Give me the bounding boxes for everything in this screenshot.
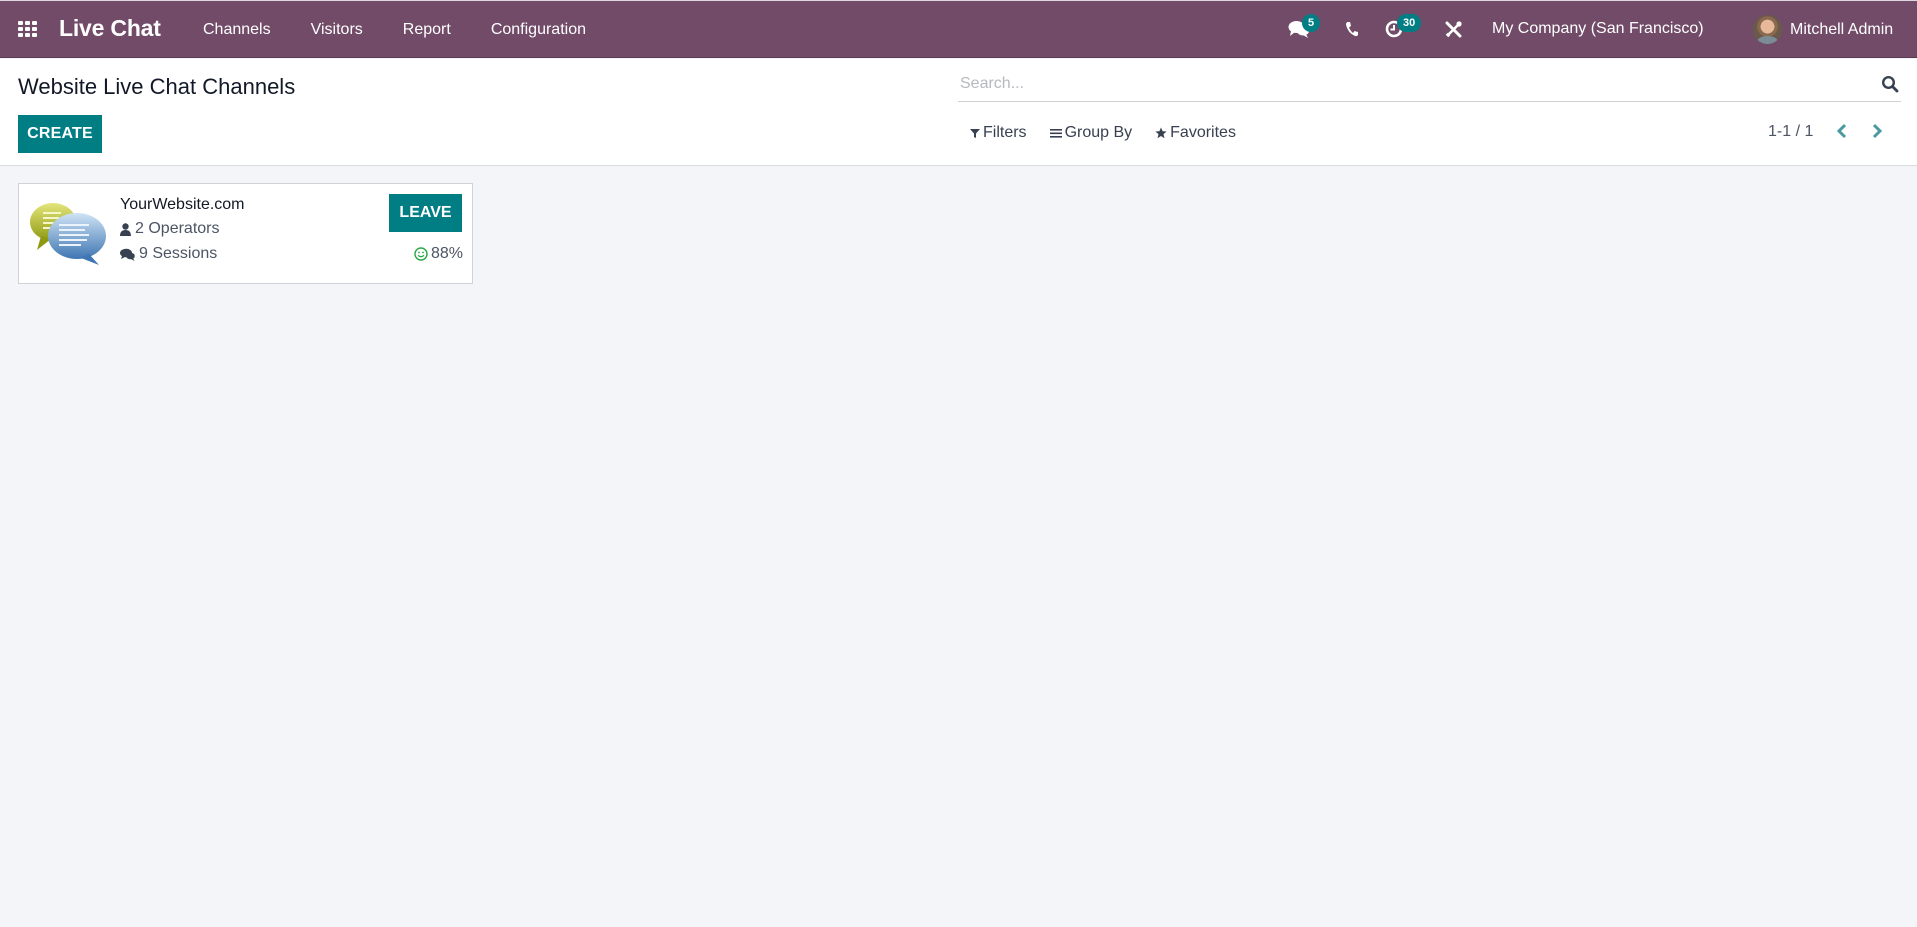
rating-percentage: 88%	[430, 245, 463, 262]
filter-icon	[970, 129, 980, 138]
phone-icon	[1346, 22, 1358, 37]
menu-visitors[interactable]: Visitors	[311, 21, 363, 39]
app-menu-grid-icon[interactable]	[18, 21, 38, 37]
user-menu[interactable]: Mitchell Admin	[1753, 15, 1893, 44]
tools-icon	[1445, 21, 1462, 38]
user-avatar	[1753, 15, 1782, 44]
messages-button[interactable]: 5	[1288, 14, 1321, 41]
user-icon	[120, 222, 131, 236]
phone-button[interactable]	[1345, 21, 1361, 39]
channel-card[interactable]: YourWebsite.com 2 Operators 9 Sessions L…	[18, 183, 473, 284]
live-chat-channel-image	[30, 203, 106, 265]
menu-channels[interactable]: Channels	[203, 21, 271, 39]
leave-channel-button[interactable]: LEAVE	[389, 194, 462, 232]
app-title[interactable]: Live Chat	[59, 15, 161, 42]
activities-count-badge: 30	[1397, 14, 1422, 32]
top-navbar: Live Chat Channels Visitors Report Confi…	[0, 0, 1917, 58]
control-panel: Website Live Chat Channels CREATE Filter…	[0, 59, 1917, 166]
main-menu: Channels Visitors Report Configuration	[203, 21, 626, 39]
search-icon[interactable]	[1881, 75, 1899, 93]
user-name: Mitchell Admin	[1790, 20, 1894, 38]
filters-label: Filters	[983, 124, 1027, 141]
search-bar	[958, 68, 1901, 102]
messages-count-badge: 5	[1302, 14, 1321, 32]
channel-rating: 88%	[414, 245, 463, 263]
channel-sessions: 9 Sessions	[120, 245, 217, 263]
pager-previous-button[interactable]	[1835, 123, 1855, 143]
filters-dropdown[interactable]: Filters	[970, 124, 1027, 142]
menu-report[interactable]: Report	[403, 21, 451, 39]
channel-operators: 2 Operators	[120, 220, 219, 238]
operators-count: 2 Operators	[135, 220, 220, 237]
group-by-dropdown[interactable]: Group By	[1049, 124, 1133, 142]
bars-icon	[1049, 129, 1062, 138]
search-input[interactable]	[960, 74, 1840, 94]
chevron-right-icon	[1872, 123, 1883, 139]
comments-icon	[120, 248, 135, 261]
sessions-count: 9 Sessions	[139, 245, 218, 262]
chevron-left-icon	[1836, 123, 1847, 139]
channel-name: YourWebsite.com	[120, 196, 245, 213]
create-button[interactable]: CREATE	[18, 115, 102, 153]
debug-tools-button[interactable]	[1445, 21, 1463, 39]
group-by-label: Group By	[1064, 124, 1133, 141]
company-switcher[interactable]: My Company (San Francisco)	[1492, 20, 1704, 38]
menu-configuration[interactable]: Configuration	[491, 21, 586, 39]
favorites-label: Favorites	[1170, 124, 1236, 141]
page-title: Website Live Chat Channels	[18, 74, 296, 99]
pager-next-button[interactable]	[1870, 123, 1890, 143]
search-options: Filters Group By Favorites	[970, 124, 1259, 142]
favorites-dropdown[interactable]: Favorites	[1155, 124, 1236, 142]
pager-value[interactable]: 1-1 / 1	[1768, 123, 1813, 141]
star-icon	[1155, 127, 1167, 139]
smile-icon	[414, 247, 428, 261]
activities-button[interactable]: 30	[1385, 14, 1422, 40]
